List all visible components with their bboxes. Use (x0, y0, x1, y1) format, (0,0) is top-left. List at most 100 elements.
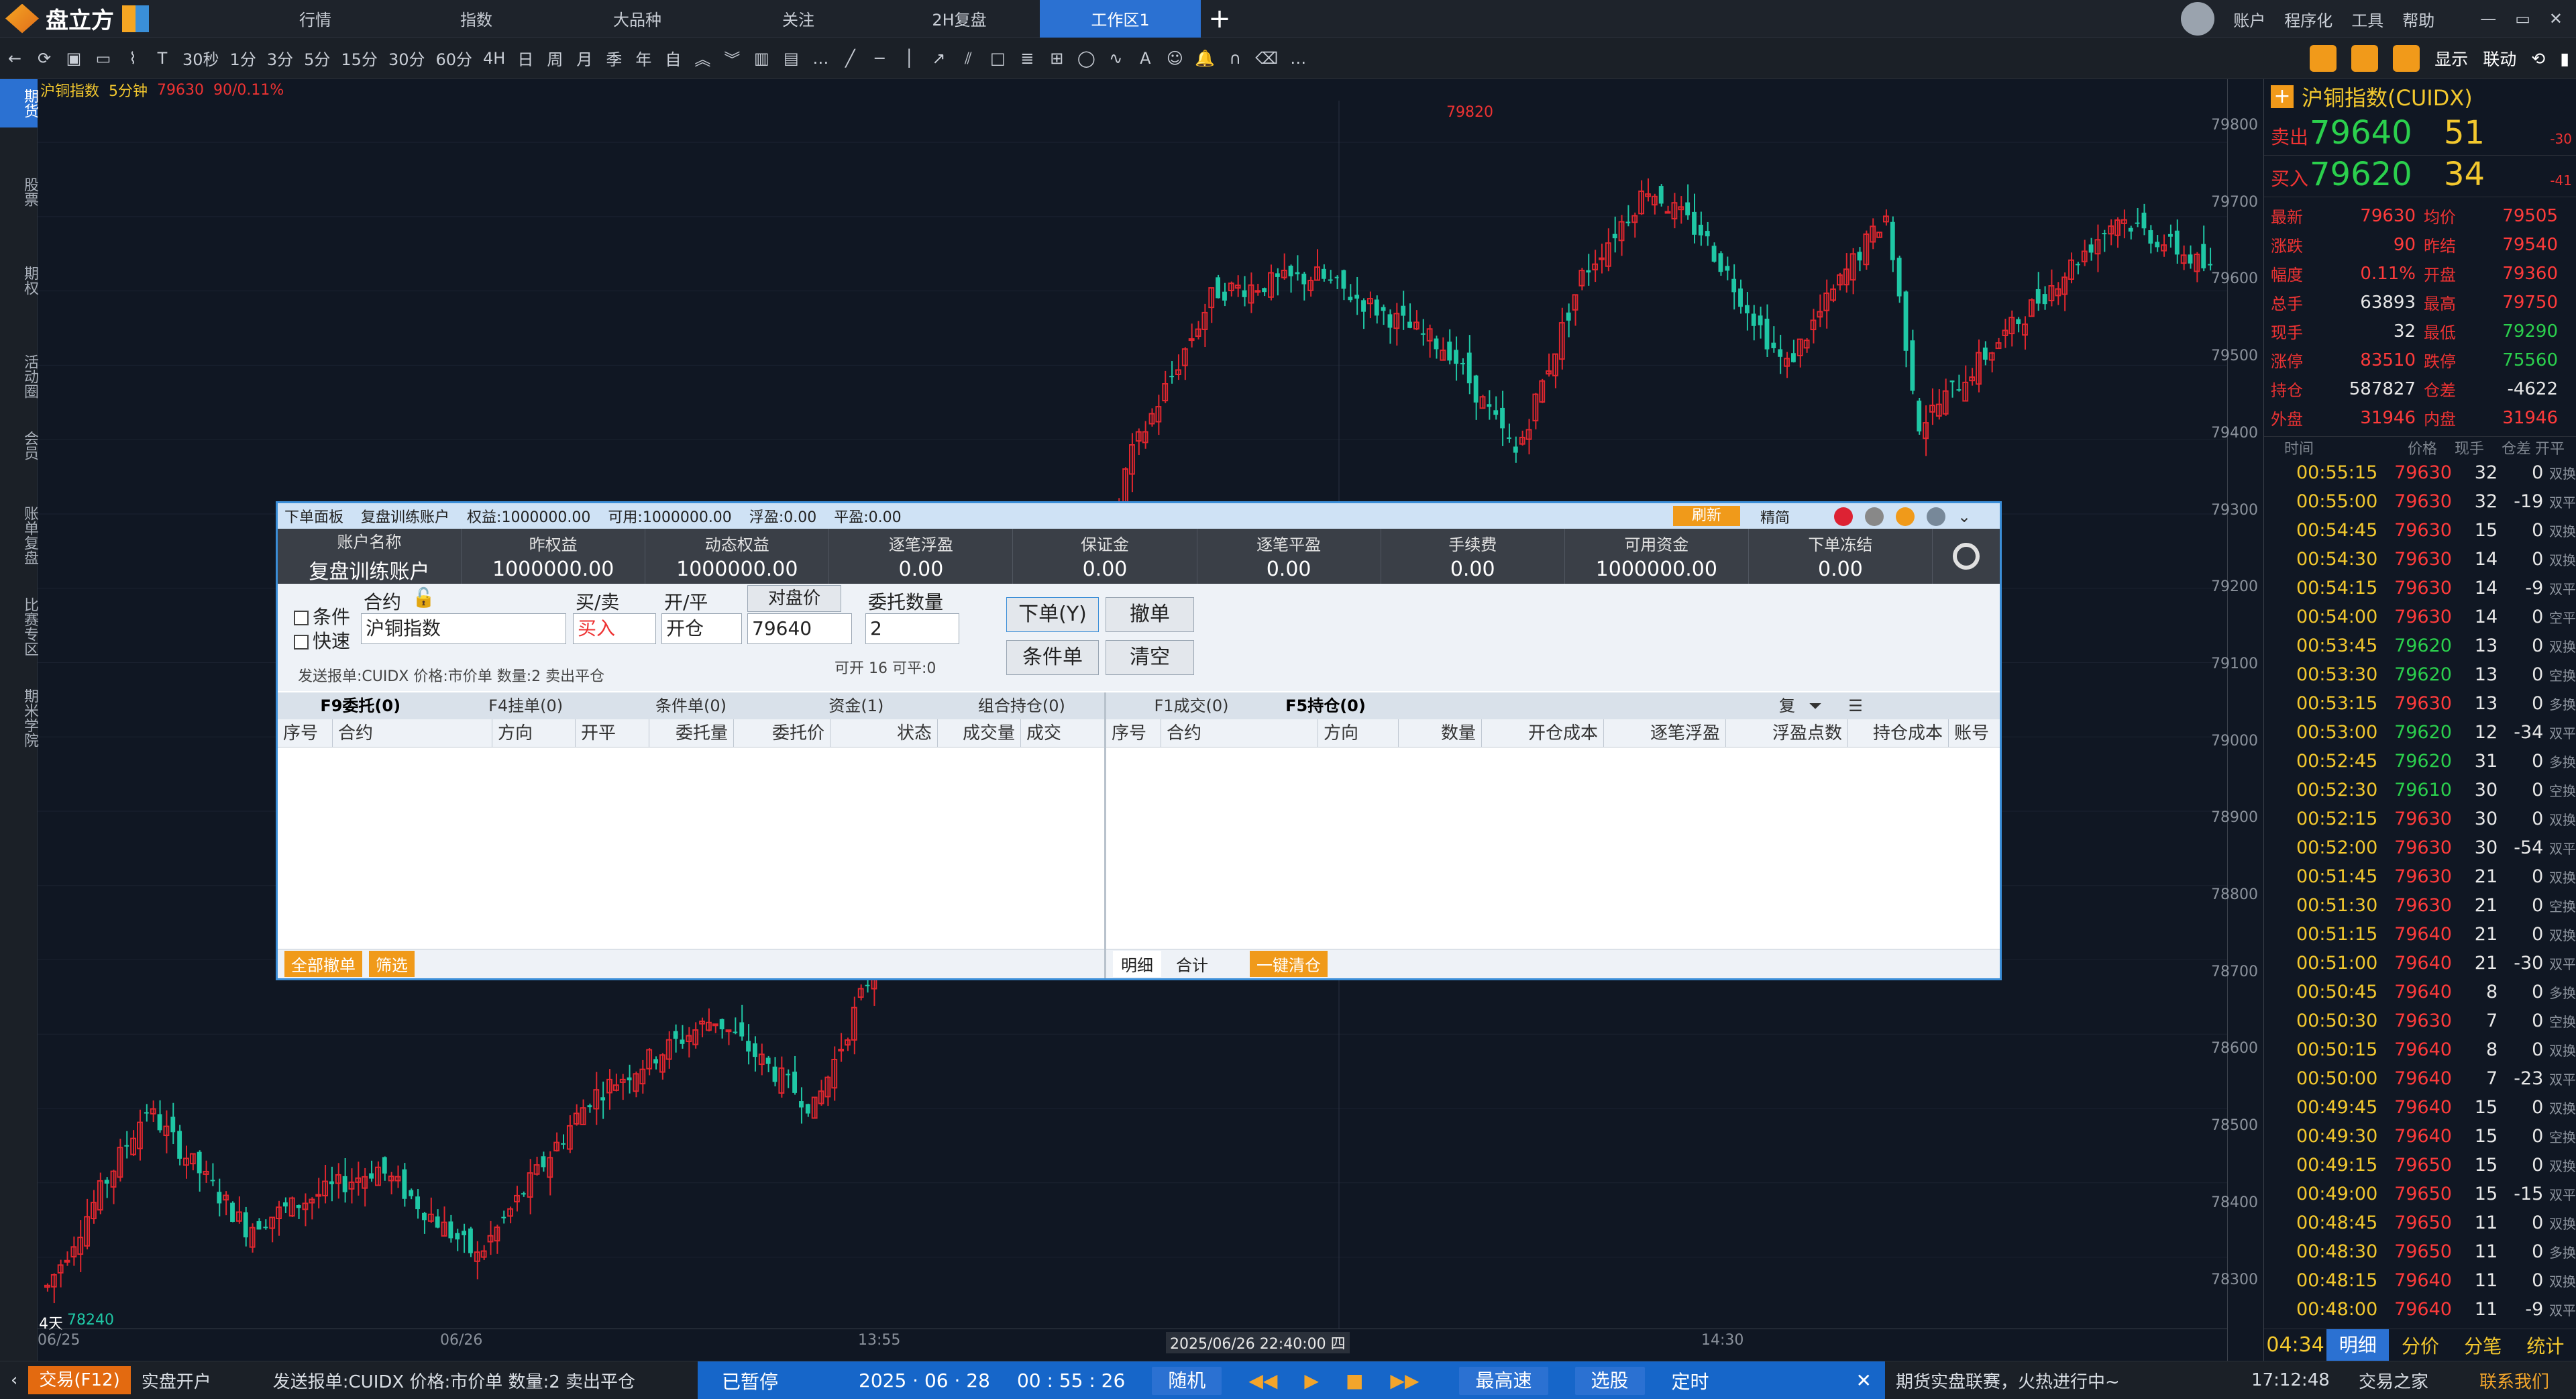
save-icon[interactable]: ▣ (59, 38, 89, 79)
quick-checkbox[interactable] (294, 635, 309, 650)
layout-toggle-icon[interactable]: ▮ (2560, 49, 2569, 68)
nav-contest[interactable]: 比赛专区 (0, 588, 38, 666)
period-60m[interactable]: 60分 (430, 38, 478, 79)
hline-tool-icon[interactable]: ─ (865, 38, 894, 79)
tab-f9-orders[interactable]: F9委托(0) (278, 692, 443, 719)
chart-pie-icon[interactable] (1896, 507, 1915, 526)
col-contract[interactable]: 合约 (333, 719, 492, 747)
cancel-all-button[interactable]: 全部撤单 (284, 951, 362, 977)
refresh-icon[interactable]: ⟳ (30, 38, 59, 79)
random-button[interactable]: 随机 (1152, 1366, 1222, 1395)
lock-icon[interactable]: 🔓 (412, 586, 435, 609)
back-icon[interactable]: ← (0, 38, 30, 79)
compact-button[interactable]: 精简 (1760, 506, 1790, 527)
period-day[interactable]: 日 (511, 38, 540, 79)
condition-checkbox[interactable] (294, 611, 309, 625)
filter-icon[interactable]: ⏷ (1795, 692, 1835, 719)
tab-detail[interactable]: 明细 (2326, 1329, 2390, 1361)
fib-tool-icon[interactable]: ≣ (1012, 38, 1042, 79)
speed-button[interactable]: 最高速 (1459, 1366, 1548, 1395)
menu-tools[interactable]: 工具 (2351, 7, 2383, 31)
period-custom[interactable]: 自 (658, 38, 688, 79)
line-tool-icon[interactable]: ╱ (835, 38, 865, 79)
tab-workspace1[interactable]: 工作区1 (1040, 0, 1201, 38)
sync-icon[interactable]: ⟲ (2531, 49, 2545, 68)
period-30s[interactable]: 30秒 (177, 38, 225, 79)
link-dropdown[interactable]: 联动 (2483, 46, 2516, 70)
tab-index[interactable]: 指数 (396, 0, 557, 38)
news-ticker[interactable]: 期货实盘联赛，火热进行中~ (1885, 1368, 2131, 1393)
menu-program[interactable]: 程序化 (2284, 7, 2332, 31)
alert-icon[interactable]: 🔔 (1189, 38, 1220, 79)
acct-settings-gear-icon[interactable] (1932, 529, 2000, 584)
close-all-button[interactable]: 一键清仓 (1250, 951, 1328, 977)
total-tab[interactable]: 合计 (1168, 951, 1216, 977)
counter-price-button[interactable]: 对盘价 (747, 585, 841, 612)
replay-date[interactable]: 2025 · 06 · 28 (859, 1369, 990, 1392)
rect-tool-icon[interactable]: □ (983, 38, 1012, 79)
place-order-button[interactable]: 下单(Y) (1006, 597, 1099, 632)
tab-2h-replay[interactable]: 2H复盘 (879, 0, 1040, 38)
tab-ticks[interactable]: 分笔 (2452, 1332, 2514, 1359)
contact-link[interactable]: 联系我们 (2469, 1368, 2560, 1393)
close-icon[interactable]: ✕ (2549, 9, 2563, 28)
chart-icon[interactable]: ⌇ (118, 38, 148, 79)
detail-tab[interactable]: 明细 (1113, 951, 1161, 977)
ellipse-tool-icon[interactable]: ◯ (1071, 38, 1101, 79)
clear-button[interactable]: 清空 (1106, 640, 1194, 675)
menu-help[interactable]: 帮助 (2402, 7, 2434, 31)
tab-copy[interactable]: 复 (1393, 692, 1795, 719)
text-icon[interactable]: T (148, 38, 177, 79)
contract-input[interactable]: 沪铜指数 (361, 613, 566, 644)
settings-orange-icon[interactable] (2310, 45, 2337, 72)
text-tool-icon[interactable]: A (1130, 38, 1160, 79)
more-icon[interactable]: … (806, 38, 835, 79)
filter-button[interactable]: 筛选 (369, 951, 415, 977)
tab-price-dist[interactable]: 分价 (2389, 1332, 2451, 1359)
nav-stocks[interactable]: 股票 (0, 168, 38, 216)
gann-tool-icon[interactable]: ⊞ (1042, 38, 1071, 79)
eraser-icon[interactable]: ⌫ (1250, 38, 1283, 79)
period-year[interactable]: 年 (629, 38, 658, 79)
tab-conditional[interactable]: 条件单(0) (608, 692, 773, 719)
period-quarter[interactable]: 季 (599, 38, 629, 79)
nav-academy[interactable]: 期米学院 (0, 679, 38, 757)
tab-combo-positions[interactable]: 组合持仓(0) (939, 692, 1104, 719)
period-30m[interactable]: 30分 (383, 38, 431, 79)
nav-bill-replay[interactable]: 账单复盘 (0, 497, 38, 574)
zoom-up-icon[interactable]: ︽ (688, 38, 717, 79)
chart-period[interactable]: 5分钟 (109, 79, 148, 101)
gear-icon[interactable] (1865, 507, 1884, 526)
play-icon[interactable]: ▶ (1304, 1369, 1319, 1392)
money-icon[interactable] (1834, 507, 1853, 526)
split-icon[interactable]: ▥ (747, 38, 776, 79)
qty-input[interactable]: 2 (865, 613, 959, 644)
maximize-icon[interactable]: ▭ (2515, 9, 2530, 28)
zoom-down-icon[interactable]: ︾ (717, 38, 747, 79)
toolbar-more-icon[interactable]: … (1283, 38, 1313, 79)
tab-hangqing[interactable]: 行情 (235, 0, 396, 38)
edit-icon[interactable] (1927, 507, 1945, 526)
tab-watch[interactable]: 关注 (718, 0, 879, 38)
vline-tool-icon[interactable]: │ (894, 38, 924, 79)
tab-stats[interactable]: 统计 (2514, 1332, 2576, 1359)
period-3m[interactable]: 3分 (262, 38, 299, 79)
add-icon[interactable]: + (2271, 85, 2294, 108)
close-replay-icon[interactable]: ✕ (1856, 1369, 1872, 1392)
period-4h[interactable]: 4H (478, 38, 511, 79)
history-orange-icon[interactable] (2393, 45, 2420, 72)
pick-stock-button[interactable]: 选股 (1574, 1366, 1645, 1395)
side-select[interactable]: 买入 (573, 613, 656, 644)
emoji-tool-icon[interactable]: ☺ (1160, 38, 1189, 79)
fastforward-icon[interactable]: ▶▶ (1390, 1369, 1419, 1392)
channel-tool-icon[interactable]: ⫽ (953, 38, 983, 79)
tab-f4-pending[interactable]: F4挂单(0) (443, 692, 608, 719)
ask-price[interactable]: 79640 (2310, 114, 2444, 152)
refresh-button[interactable]: 刷新 (1673, 506, 1740, 526)
chart-symbol[interactable]: 沪铜指数 (40, 79, 99, 101)
chevron-down-icon[interactable]: ⌄ (1957, 507, 1976, 526)
oc-select[interactable]: 开仓 (661, 613, 742, 644)
tab-f1-fills[interactable]: F1成交(0) (1124, 692, 1258, 719)
calendar-orange-icon[interactable] (2351, 45, 2379, 72)
price-input[interactable]: 79640 (747, 613, 852, 644)
